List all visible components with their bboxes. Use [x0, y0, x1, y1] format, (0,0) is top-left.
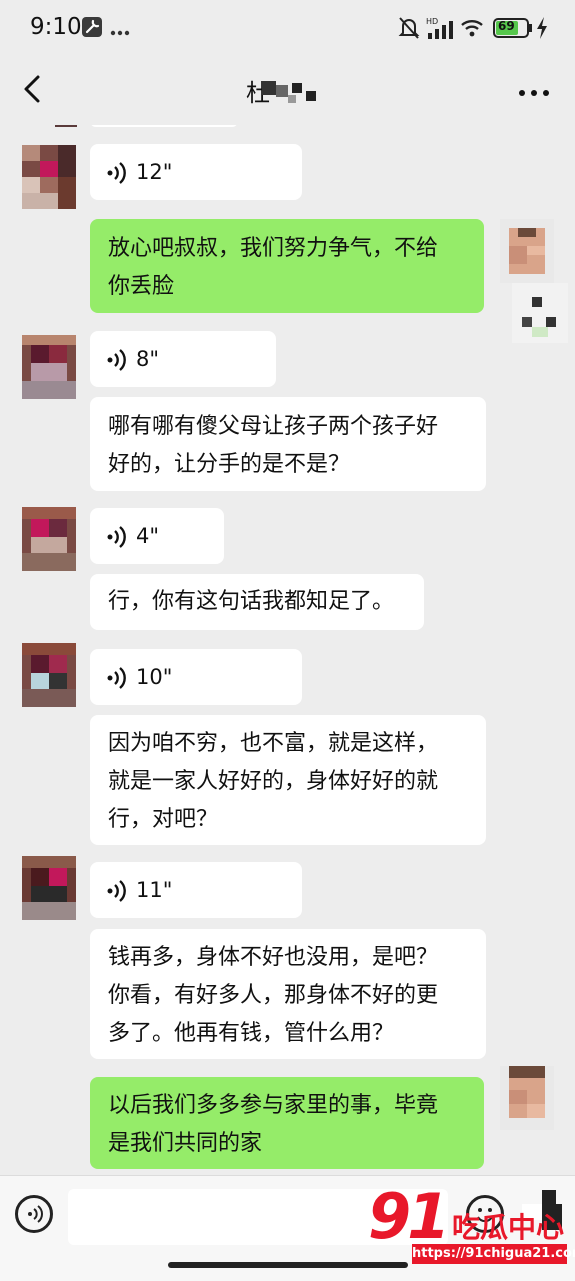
message-line: 行，你有这句话我都知足了。: [108, 589, 395, 614]
message-bubble-sent[interactable]: 以后我们多多参与家里的事，毕竟 是我们共同的家: [90, 1077, 484, 1169]
wrench-icon: [82, 17, 102, 41]
battery-level: 69: [498, 19, 515, 33]
message-line: 好的，让分手的是不是？: [108, 452, 351, 477]
message-line: 哪有哪有傻父母让孩子两个孩子好: [108, 414, 439, 439]
voice-duration: 4": [136, 524, 160, 548]
wifi-icon: [460, 18, 484, 42]
voice-wave-icon: [106, 665, 128, 689]
status-time: 9:10: [30, 14, 82, 40]
voice-message[interactable]: 4": [90, 508, 224, 564]
watermark-logo: 91: [368, 1180, 450, 1253]
watermark-url: https://91chigua21.com: [412, 1244, 575, 1264]
avatar-other[interactable]: [22, 643, 76, 707]
avatar-other[interactable]: [22, 145, 76, 209]
voice-message[interactable]: 10": [90, 649, 302, 705]
voice-duration: 11": [136, 878, 173, 902]
name-mosaic: [262, 79, 322, 109]
voice-wave-icon: [106, 160, 128, 184]
message-bubble-sent[interactable]: 放心吧叔叔，我们努力争气，不给 你丢脸: [90, 219, 484, 313]
charging-icon: [536, 17, 548, 43]
message-bubble-received[interactable]: 哪有哪有傻父母让孩子两个孩子好 好的，让分手的是不是？: [90, 397, 486, 491]
voice-input-button[interactable]: [15, 1195, 53, 1233]
avatar-other[interactable]: [22, 335, 76, 399]
message-line: 你丢脸: [108, 274, 175, 299]
voice-message[interactable]: 11": [90, 862, 302, 918]
message-line: 钱再多，身体不好也没用，是吧？: [108, 945, 439, 970]
message-line: 你看，有好多人，那身体不好的更: [108, 983, 439, 1008]
svg-text:HD: HD: [426, 17, 438, 26]
avatar-other[interactable]: [22, 507, 76, 571]
message-line: 因为咱不穷，也不富，就是这样，: [108, 731, 439, 756]
avatar-self[interactable]: [500, 219, 554, 283]
more-horizontal-icon[interactable]: [518, 83, 550, 102]
back-icon[interactable]: [18, 71, 48, 107]
voice-message[interactable]: 8": [90, 331, 276, 387]
more-dots-icon: [110, 22, 130, 41]
voice-wave-icon: [106, 524, 128, 548]
chat-header: 杜: [0, 55, 575, 125]
chat-area[interactable]: 12" 放心吧叔叔，我们努力争气，不给 你丢脸 8" 哪有哪有傻父母让孩子两个孩…: [0, 125, 575, 1175]
message-line: 放心吧叔叔，我们努力争气，不给: [108, 236, 439, 261]
voice-wave-icon: [106, 878, 128, 902]
message-line: 行，对吧？: [108, 807, 219, 832]
voice-duration: 10": [136, 665, 173, 689]
voice-duration: 12": [136, 160, 173, 184]
voice-wave-icon: [106, 347, 128, 371]
message-bubble-received[interactable]: 钱再多，身体不好也没用，是吧？ 你看，有好多人，那身体不好的更 多了。他再有钱，…: [90, 929, 486, 1059]
message-line: 就是一家人好好的，身体好好的就: [108, 769, 439, 794]
avatar-self[interactable]: [500, 1066, 554, 1130]
message-bubble-received[interactable]: 行，你有这句话我都知足了。: [90, 574, 424, 630]
voice-message[interactable]: 12": [90, 144, 302, 200]
avatar-other: [55, 125, 77, 127]
message-line: 以后我们多多参与家里的事，毕竟: [108, 1093, 439, 1118]
watermark-text: 吃瓜中心: [452, 1211, 565, 1244]
clipped-bubble: [90, 125, 238, 127]
home-indicator[interactable]: [168, 1262, 408, 1268]
avatar-other[interactable]: [22, 856, 76, 920]
sticker-mosaic: [512, 283, 568, 343]
mute-bell-icon: [398, 16, 420, 44]
message-line: 多了。他再有钱，管什么用？: [108, 1021, 395, 1046]
signal-icon: HD: [426, 16, 454, 44]
status-bar: 9:10 HD 69: [0, 0, 575, 55]
voice-duration: 8": [136, 347, 160, 371]
message-bubble-received[interactable]: 因为咱不穷，也不富，就是这样， 就是一家人好好的，身体好好的就 行，对吧？: [90, 715, 486, 845]
message-line: 是我们共同的家: [108, 1131, 263, 1156]
